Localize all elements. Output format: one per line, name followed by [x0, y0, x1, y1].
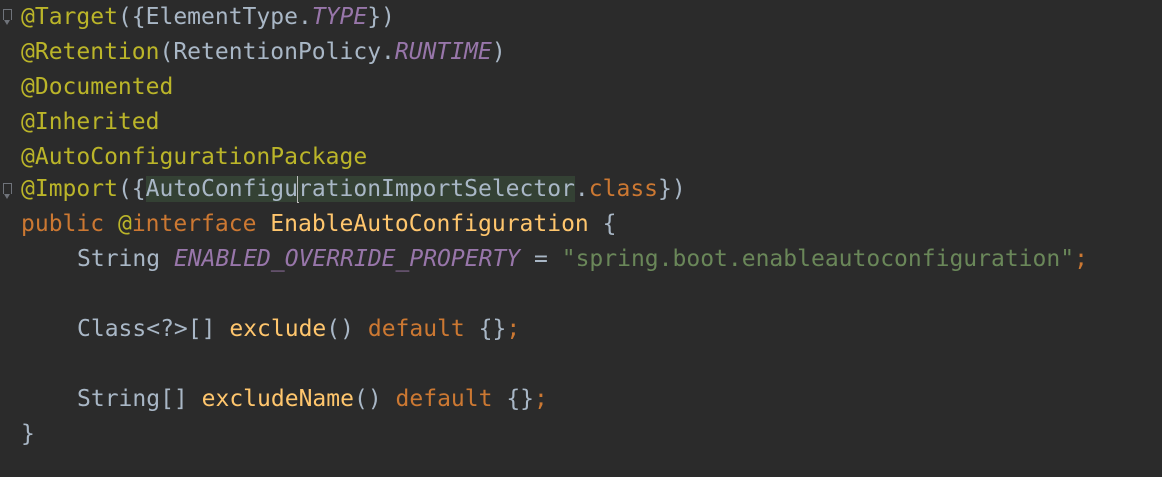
code-line: public @interface EnableAutoConfiguratio…: [21, 207, 617, 242]
annotation-token: @AutoConfigurationPackage: [21, 144, 368, 170]
annotation-token: @Import: [21, 176, 118, 202]
plain-token: .: [574, 176, 589, 202]
code-line: @Target({ElementType.TYPE}): [21, 0, 395, 35]
plain-token: ({ElementType.: [117, 4, 312, 30]
method-name: excludeName: [201, 386, 354, 412]
annotation-token: @Retention: [21, 39, 160, 65]
constant-token: ENABLED_OVERRIDE_PROPERTY: [173, 246, 521, 272]
type-token: String: [77, 246, 161, 272]
keyword-token: default: [367, 316, 465, 342]
annotation-token: @Target: [21, 4, 118, 30]
code-line: @AutoConfigurationPackage: [21, 140, 367, 175]
plain-token: ({: [117, 176, 146, 202]
operator-token: =: [534, 246, 548, 272]
code-area[interactable]: @Target({ElementType.TYPE}) @Retention(R…: [21, 0, 1162, 477]
semicolon-token: ;: [506, 316, 521, 342]
string-token: "spring.boot.enableautoconfiguration": [561, 246, 1075, 272]
keyword-token: interface: [131, 211, 257, 237]
keyword-token: default: [395, 386, 493, 412]
code-editor[interactable]: @Target({ElementType.TYPE}) @Retention(R…: [0, 0, 1162, 477]
annotation-token: @Inherited: [21, 109, 160, 135]
plain-token: {}: [506, 386, 535, 412]
code-line: }: [21, 417, 35, 452]
fold-marker-icon[interactable]: [3, 9, 12, 25]
code-line: @Import({AutoConfigurationImportSelector…: [21, 172, 686, 207]
selected-text[interactable]: rationImportSelector: [297, 176, 575, 202]
keyword-token: class: [588, 176, 659, 202]
constant-token: RUNTIME: [394, 39, 492, 65]
fold-marker-icon[interactable]: [3, 183, 12, 199]
code-line: @Retention(RetentionPolicy.RUNTIME): [21, 35, 506, 70]
plain-token: (): [353, 386, 382, 412]
selected-text[interactable]: AutoConfigu: [145, 176, 298, 202]
code-line: @Documented: [21, 70, 173, 105]
type-token: Class<?>[]: [77, 316, 216, 342]
interface-name: EnableAutoConfiguration: [270, 211, 589, 237]
plain-token: (): [326, 316, 354, 342]
editor-gutter: [0, 0, 20, 477]
plain-token: {}: [478, 316, 507, 342]
type-token: String[]: [77, 386, 188, 412]
keyword-token: public: [21, 211, 105, 237]
plain-token: ): [491, 39, 506, 65]
code-line: @Inherited: [21, 105, 159, 140]
plain-token: (RetentionPolicy.: [159, 39, 395, 65]
method-name: exclude: [229, 316, 327, 342]
plain-token: }): [367, 4, 395, 30]
annotation-token: @: [117, 211, 132, 237]
semicolon-token: ;: [1074, 246, 1088, 272]
annotation-token: @Documented: [21, 74, 174, 100]
plain-token: }: [21, 421, 35, 447]
code-line: Class<?>[] exclude() default {};: [21, 312, 520, 347]
constant-token: TYPE: [311, 4, 368, 30]
plain-token: }): [658, 176, 686, 202]
code-line: String ENABLED_OVERRIDE_PROPERTY = "spri…: [21, 242, 1088, 277]
semicolon-token: ;: [534, 386, 548, 412]
plain-token: {: [602, 211, 617, 237]
code-line: String[] excludeName() default {};: [21, 382, 548, 417]
